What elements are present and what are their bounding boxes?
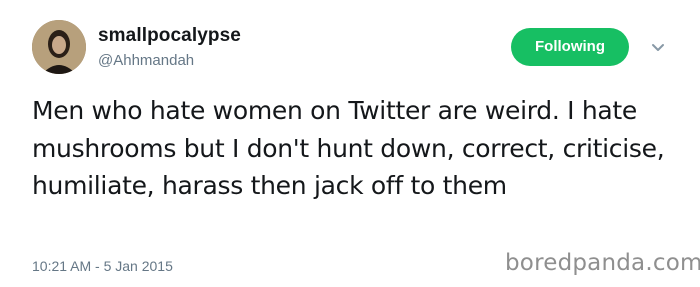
tweet-text: Men who hate women on Twitter are weird.… bbox=[32, 96, 665, 200]
user-handle[interactable]: @Ahhmandah bbox=[98, 52, 194, 69]
tweet-card: smallpocalypse @Ahhmandah Following Men … bbox=[0, 0, 700, 287]
following-button[interactable]: Following bbox=[511, 28, 629, 66]
avatar-photo-icon bbox=[32, 20, 86, 74]
avatar[interactable] bbox=[32, 20, 86, 74]
tweet-timestamp[interactable]: 10:21 AM - 5 Jan 2015 bbox=[32, 258, 173, 274]
watermark: boredpanda.com bbox=[505, 250, 700, 276]
chevron-down-icon[interactable] bbox=[648, 38, 668, 58]
display-name[interactable]: smallpocalypse bbox=[98, 25, 241, 47]
